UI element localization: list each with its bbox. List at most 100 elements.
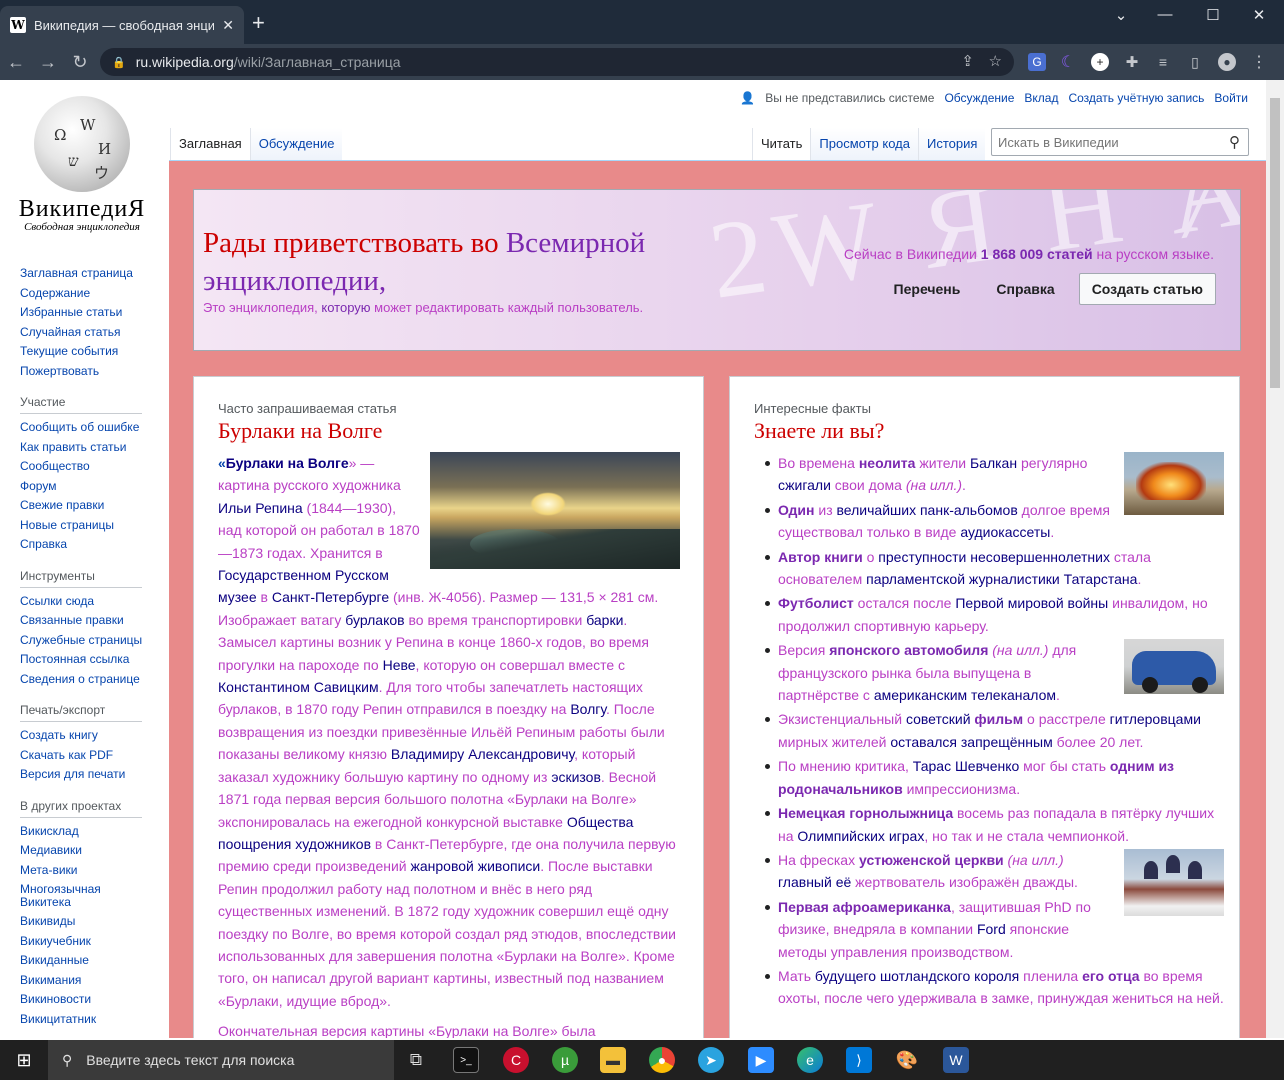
- tab-close-icon[interactable]: ✕: [222, 17, 234, 34]
- utorrent-icon[interactable]: µ: [552, 1047, 578, 1073]
- dyk-link[interactable]: величайших панк-альбомов: [837, 502, 1018, 518]
- bookmark-star-icon[interactable]: ☆: [989, 52, 1002, 70]
- google-translate-icon[interactable]: G: [1028, 53, 1046, 71]
- dark-mode-icon[interactable]: ☾: [1059, 53, 1077, 71]
- sidebar-link[interactable]: Содержание: [20, 284, 150, 304]
- close-window-button[interactable]: ✕: [1244, 6, 1274, 24]
- dyk-bold-link[interactable]: фильм: [974, 711, 1023, 727]
- sidebar-link[interactable]: Текущие события: [20, 342, 150, 362]
- sidebar-link[interactable]: Избранные статьи: [20, 303, 150, 323]
- vscode-icon[interactable]: ⟩: [846, 1047, 872, 1073]
- dyk-bold-link[interactable]: его отца: [1082, 968, 1140, 984]
- maximize-button[interactable]: ☐: [1198, 6, 1228, 24]
- word-icon[interactable]: W: [943, 1047, 969, 1073]
- create-article-button[interactable]: Создать статью: [1078, 273, 1216, 305]
- sidebar-link[interactable]: Как править статьи: [20, 438, 150, 458]
- dyk-link[interactable]: советский: [906, 711, 971, 727]
- scrollbar-thumb[interactable]: [1270, 98, 1280, 388]
- sidebar-link[interactable]: Связанные правки: [20, 611, 150, 631]
- featured-title[interactable]: Бурлаки на Волге: [218, 418, 382, 444]
- sidebar-link[interactable]: Сообщить об ошибке: [20, 418, 150, 438]
- dyk-link[interactable]: оставался запрещённым: [890, 734, 1052, 750]
- dyk-bold-link[interactable]: Немецкая горнолыжница: [778, 805, 953, 821]
- page-scrollbar[interactable]: [1266, 80, 1284, 1038]
- sidebar-link[interactable]: Сведения о странице: [20, 670, 150, 690]
- sidebar-link[interactable]: Ссылки сюда: [20, 592, 150, 612]
- edge-icon[interactable]: e: [797, 1047, 823, 1073]
- featured-article-link[interactable]: Бурлаки на Волге: [226, 455, 349, 471]
- tab-discussion[interactable]: Обсуждение: [249, 128, 343, 160]
- volga-link[interactable]: Волгу: [570, 701, 606, 717]
- profile-avatar-icon[interactable]: ●: [1218, 53, 1236, 71]
- dyk-link[interactable]: аудиокассеты: [960, 524, 1050, 540]
- plus-extension-icon[interactable]: +: [1091, 53, 1109, 71]
- terminal-icon[interactable]: >_: [453, 1047, 479, 1073]
- sidebar-link[interactable]: Постоянная ссылка: [20, 650, 150, 670]
- which-link[interactable]: которую: [321, 300, 370, 315]
- media-control-icon[interactable]: ≡: [1154, 53, 1172, 71]
- forward-icon[interactable]: →: [32, 52, 64, 73]
- dyk-link[interactable]: Тарас Шевченко: [913, 758, 1019, 774]
- sidebar-link[interactable]: Викивиды: [20, 912, 150, 932]
- article-count-link[interactable]: 1 868 009 статей: [981, 246, 1093, 262]
- sidebar-link[interactable]: Сообщество: [20, 457, 150, 477]
- help-button[interactable]: Справка: [984, 275, 1066, 303]
- dyk-bold-link[interactable]: неолита: [859, 455, 916, 471]
- sidebar-link[interactable]: Новые страницы: [20, 516, 150, 536]
- barge-haulers-painting-image[interactable]: [430, 452, 680, 569]
- personal-talk-link[interactable]: Обсуждение: [944, 91, 1014, 105]
- wikipedia-logo[interactable]: Ω W И ש ウ ВикипедиЯ Свободная энциклопед…: [12, 96, 152, 233]
- file-explorer-icon[interactable]: ▬: [600, 1047, 626, 1073]
- paint-icon[interactable]: 🎨: [894, 1047, 920, 1073]
- sidebar-link[interactable]: Викисклад: [20, 822, 150, 842]
- windows-start-icon[interactable]: ⊞: [0, 1040, 48, 1080]
- share-icon[interactable]: ⇪: [961, 52, 974, 70]
- create-account-link[interactable]: Создать учётную запись: [1068, 91, 1204, 105]
- sidebar-link[interactable]: Викимания: [20, 971, 150, 991]
- sidebar-link[interactable]: Случайная статья: [20, 323, 150, 343]
- tab-view-source[interactable]: Просмотр кода: [810, 128, 918, 160]
- dyk-link[interactable]: Олимпийских играх: [797, 828, 924, 844]
- dyk-bold-link[interactable]: японского автомобиля: [829, 642, 988, 658]
- sidebar-link[interactable]: Служебные страницы: [20, 631, 150, 651]
- sidebar-link[interactable]: Свежие правки: [20, 496, 150, 516]
- sidebar-link[interactable]: Справка: [20, 535, 150, 555]
- address-bar[interactable]: 🔒 ru.wikipedia.org /wiki/Заглавная_стран…: [100, 48, 1014, 76]
- sidebar-link[interactable]: Викицитатник: [20, 1010, 150, 1030]
- dyk-bold-link[interactable]: Один: [778, 502, 815, 518]
- extensions-puzzle-icon[interactable]: ✚: [1123, 53, 1141, 71]
- sketches-link[interactable]: эскизов: [551, 769, 601, 785]
- sidebar-link[interactable]: Викиновости: [20, 990, 150, 1010]
- sidebar-link[interactable]: Многоязычная Викитека: [20, 883, 150, 909]
- side-panel-icon[interactable]: ▯: [1186, 53, 1204, 71]
- car-image[interactable]: [1124, 639, 1224, 695]
- browser-menu-icon[interactable]: ⋮: [1250, 53, 1268, 71]
- chrome-icon[interactable]: ●: [649, 1047, 675, 1073]
- taskbar-search[interactable]: ⚲ Введите здесь текст для поиска: [48, 1040, 394, 1080]
- dyk-link[interactable]: Ford: [977, 921, 1006, 937]
- dyk-bold-link[interactable]: Первая афроамериканка: [778, 899, 951, 915]
- sidebar-link[interactable]: Мета-вики: [20, 861, 150, 881]
- sidebar-link[interactable]: Викиучебник: [20, 932, 150, 952]
- repin-link[interactable]: Ильи Репина: [218, 500, 303, 516]
- list-button[interactable]: Перечень: [882, 275, 973, 303]
- lock-icon[interactable]: 🔒: [112, 56, 126, 69]
- sidebar-link[interactable]: Скачать как PDF: [20, 746, 150, 766]
- app-c-icon[interactable]: C: [503, 1047, 529, 1073]
- zoom-icon[interactable]: ▶: [748, 1047, 774, 1073]
- dyk-link[interactable]: Балкан: [970, 455, 1017, 471]
- dyk-link[interactable]: преступности несовершеннолетних: [878, 549, 1110, 565]
- neva-link[interactable]: Неве: [383, 657, 416, 673]
- world-link[interactable]: Всемирной: [506, 227, 645, 259]
- dyk-bold-link[interactable]: Автор книги: [778, 549, 863, 565]
- wiki-search-input[interactable]: [998, 134, 1218, 150]
- dyk-link[interactable]: главный её: [778, 874, 855, 890]
- tab-history[interactable]: История: [917, 128, 986, 160]
- sidebar-link[interactable]: Создать книгу: [20, 726, 150, 746]
- sidebar-link[interactable]: Медиавики: [20, 841, 150, 861]
- tab-read[interactable]: Читать: [752, 128, 811, 160]
- personal-contributions-link[interactable]: Вклад: [1024, 91, 1058, 105]
- task-view-icon[interactable]: ⧉: [403, 1047, 429, 1073]
- dyk-link[interactable]: будущего шотландского короля: [815, 968, 1019, 984]
- savitsky-link[interactable]: Константином Савицким: [218, 679, 379, 695]
